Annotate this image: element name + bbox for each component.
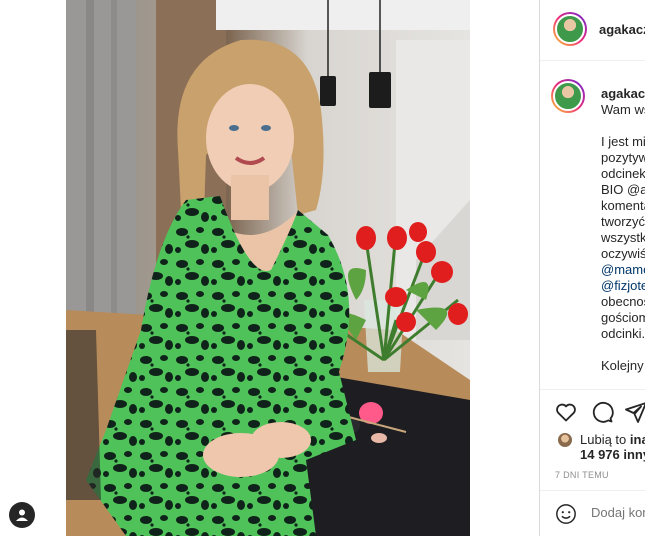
- mention-link[interactable]: @mamo: [601, 262, 645, 277]
- post-actions: Lubią to ina 14 976 innyc 7 DNI TEMU: [540, 389, 645, 534]
- caption-text: komenta: [601, 198, 645, 213]
- caption-avatar[interactable]: [551, 79, 585, 113]
- caption-text: I jest mi: [601, 134, 645, 149]
- caption-text: wszystki: [601, 230, 645, 245]
- liker-username[interactable]: ina: [630, 432, 645, 447]
- caption-text: obecnoś: [601, 294, 645, 309]
- share-icon[interactable]: [624, 400, 645, 424]
- user-icon: [16, 509, 28, 521]
- header-username[interactable]: agakacz: [599, 22, 645, 37]
- mention-link[interactable]: @fizjote: [601, 278, 645, 293]
- post-sidebar: agakacz agakacz Wam ws I jest mi pozytyw…: [539, 0, 645, 536]
- emoji-icon[interactable]: [555, 503, 577, 525]
- likes-prefix-text: Lubią to: [580, 432, 627, 447]
- caption-text: gościom: [601, 310, 645, 325]
- caption-text: tworzyć: [601, 214, 645, 229]
- left-margin: [0, 0, 66, 536]
- caption-username[interactable]: agakacz: [601, 86, 645, 101]
- comment-input[interactable]: [591, 505, 645, 520]
- post-header: agakacz: [540, 0, 645, 61]
- caption-text-with-mention[interactable]: BIO @ag: [601, 182, 645, 197]
- avatar-image: [555, 14, 585, 44]
- likes-count[interactable]: 14 976 innyc: [580, 447, 645, 462]
- caption-text: pozytyw: [601, 150, 645, 165]
- likes-prefix: Lubią to ina: [580, 432, 645, 447]
- comment-icon[interactable]: [590, 400, 614, 424]
- caption-text: odcinek: [601, 166, 645, 181]
- caption-text: Kolejny c: [601, 358, 645, 373]
- post-timestamp[interactable]: 7 DNI TEMU: [555, 470, 609, 480]
- liker-avatar[interactable]: [557, 432, 573, 448]
- author-avatar[interactable]: [553, 12, 587, 46]
- heart-icon[interactable]: [554, 400, 578, 424]
- caption-text: Wam ws: [601, 102, 645, 117]
- caption-text: odcinki.: [601, 326, 645, 341]
- avatar-image: [553, 81, 583, 111]
- profile-button[interactable]: [9, 502, 35, 528]
- post-photo[interactable]: [66, 0, 470, 536]
- photo-illustration: [66, 0, 470, 536]
- caption-text: oczywiśc: [601, 246, 645, 261]
- comment-bar: [540, 490, 645, 535]
